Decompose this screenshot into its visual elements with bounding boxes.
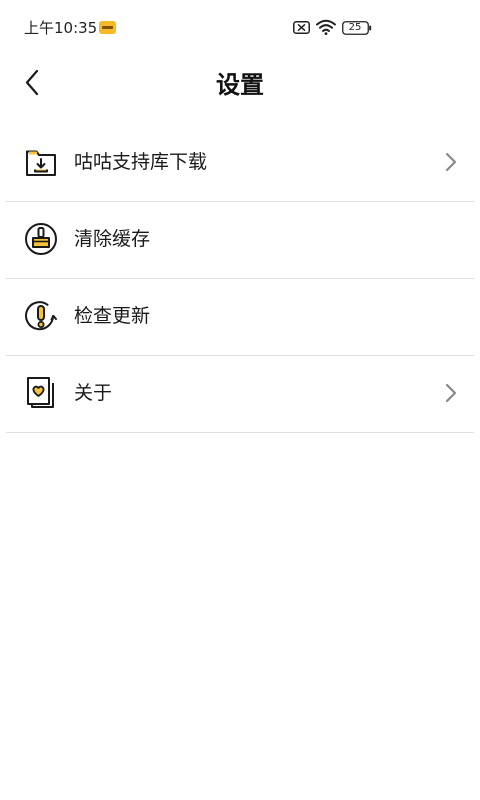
folder-download-icon <box>26 150 56 176</box>
no-sim-icon <box>293 21 310 34</box>
settings-item-label: 关于 <box>74 382 113 404</box>
update-alert-icon <box>25 301 57 331</box>
app-notification-icon <box>99 21 116 34</box>
battery-level: 25 <box>348 22 362 33</box>
settings-item-label: 咕咕支持库下载 <box>74 151 208 173</box>
battery-indicator: 25 <box>342 21 372 35</box>
settings-item-label: 检查更新 <box>74 305 151 327</box>
settings-item-label: 清除缓存 <box>74 228 151 250</box>
settings-item-download-library[interactable]: 咕咕支持库下载 <box>0 125 480 202</box>
divider <box>6 432 474 433</box>
status-bar: 上午10:35 25 <box>0 0 480 56</box>
wifi-icon <box>316 19 336 35</box>
heart-card-icon <box>27 377 54 408</box>
page-title: 设置 <box>216 71 264 99</box>
settings-item-about[interactable]: 关于 <box>0 356 480 433</box>
app-header: 设置 <box>0 56 480 112</box>
chevron-right-icon <box>445 152 457 172</box>
settings-item-clear-cache[interactable]: 清除缓存 <box>0 202 480 279</box>
status-time: 上午10:35 <box>24 19 98 37</box>
settings-list: 咕咕支持库下载 清除缓存 检查更新 关于 <box>0 125 480 433</box>
broom-icon <box>25 223 57 255</box>
settings-item-check-update[interactable]: 检查更新 <box>0 279 480 356</box>
chevron-right-icon <box>445 383 457 403</box>
